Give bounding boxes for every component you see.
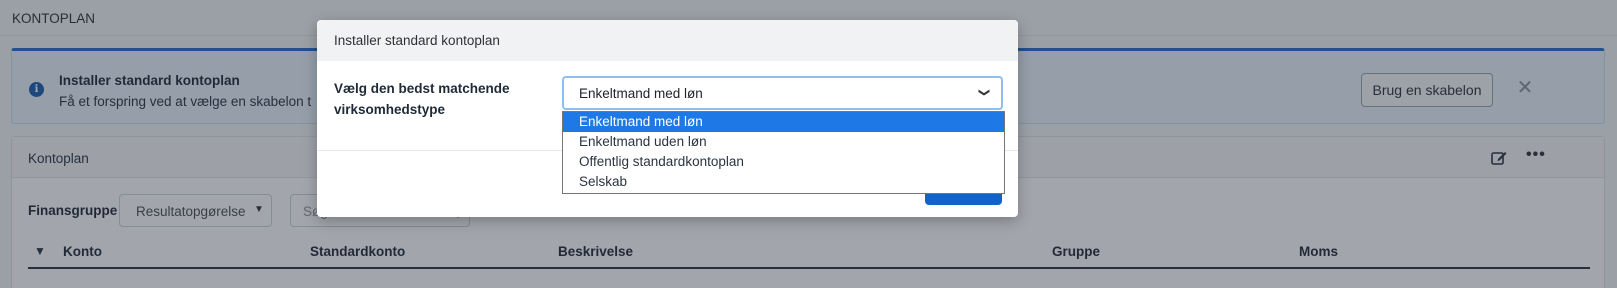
business-type-label: Vælg den bedst matchende virksomhedstype bbox=[334, 81, 510, 117]
business-type-select[interactable]: Enkeltmand med løn ❯ bbox=[562, 76, 1003, 110]
modal-title: Installer standard kontoplan bbox=[334, 33, 500, 48]
option-offentlig-standardkontoplan[interactable]: Offentlig standardkontoplan bbox=[563, 152, 1004, 172]
chevron-down-icon: ❯ bbox=[978, 87, 991, 98]
option-enkeltmand-med-lon[interactable]: Enkeltmand med løn bbox=[563, 112, 1004, 132]
modal-header: Installer standard kontoplan bbox=[317, 20, 1018, 61]
option-selskab[interactable]: Selskab bbox=[563, 172, 1004, 192]
business-type-select-value: Enkeltmand med løn bbox=[579, 86, 703, 101]
option-enkeltmand-uden-lon[interactable]: Enkeltmand uden løn bbox=[563, 132, 1004, 152]
business-type-options: Enkeltmand med løn Enkeltmand uden løn O… bbox=[562, 111, 1005, 194]
